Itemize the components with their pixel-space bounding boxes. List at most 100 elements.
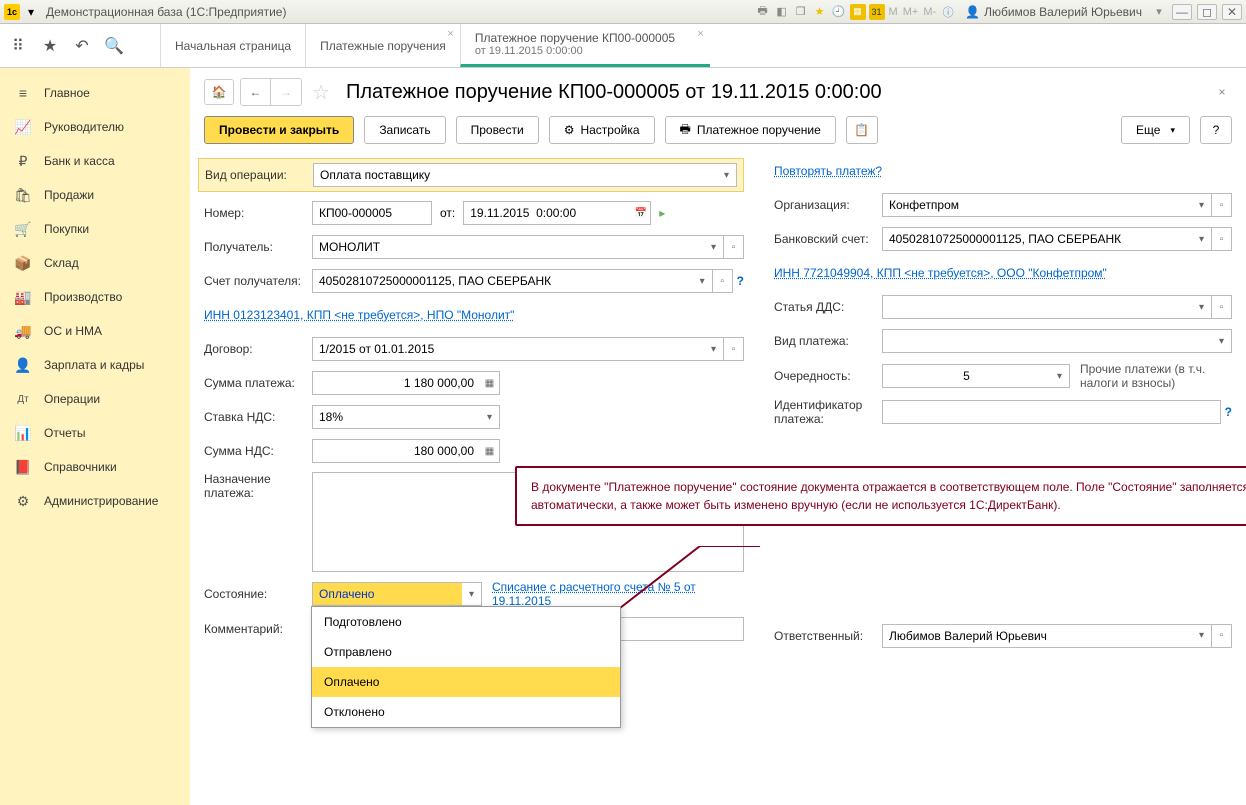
tab-payment-order-doc[interactable]: Платежное поручение КП00-000005 от 19.11… bbox=[460, 24, 710, 67]
copy-icon[interactable]: ❐ bbox=[793, 4, 809, 20]
sidebar-item-reports[interactable]: 📊Отчеты bbox=[0, 416, 190, 450]
sidebar-item-manager[interactable]: 📈Руководителю bbox=[0, 110, 190, 144]
dropdown-button[interactable]: ▾ bbox=[1192, 295, 1212, 319]
dropdown-button[interactable]: ▾ bbox=[1192, 624, 1212, 648]
close-doc-button[interactable]: × bbox=[1212, 82, 1232, 102]
info-icon[interactable]: ⓘ bbox=[940, 4, 956, 20]
open-button[interactable]: ▫ bbox=[1212, 295, 1232, 319]
dropdown-button[interactable]: ▾ bbox=[704, 235, 724, 259]
close-button[interactable]: ✕ bbox=[1222, 4, 1242, 20]
sidebar-item-assets[interactable]: 🚚ОС и НМА bbox=[0, 314, 190, 348]
home-button[interactable]: 🏠 bbox=[204, 79, 234, 105]
calc-button[interactable]: ▦ bbox=[480, 371, 500, 395]
history-icon[interactable]: 🕘 bbox=[831, 4, 847, 20]
dds-input[interactable] bbox=[882, 295, 1192, 319]
print-icon[interactable]: 🖶 bbox=[755, 4, 771, 20]
favorite-star-icon[interactable]: ☆ bbox=[308, 79, 334, 105]
compare-icon[interactable]: ◧ bbox=[774, 4, 790, 20]
calc-button[interactable]: ▦ bbox=[480, 439, 500, 463]
sidebar-item-catalogs[interactable]: 📕Справочники bbox=[0, 450, 190, 484]
pay-sum-input[interactable] bbox=[312, 371, 480, 395]
dropdown-button[interactable]: ▾ bbox=[480, 405, 500, 429]
responsible-input[interactable] bbox=[882, 624, 1192, 648]
dropdown-icon[interactable]: ▾ bbox=[1151, 4, 1167, 20]
bank-account-input[interactable] bbox=[882, 227, 1192, 251]
tab-payment-orders[interactable]: Платежные поручения × bbox=[305, 24, 460, 67]
sidebar-item-purchases[interactable]: 🛒Покупки bbox=[0, 212, 190, 246]
open-button[interactable]: ▫ bbox=[1212, 193, 1232, 217]
pay-type-input[interactable] bbox=[882, 329, 1212, 353]
help-button[interactable]: ? bbox=[1200, 116, 1232, 144]
priority-input[interactable] bbox=[882, 364, 1050, 388]
contract-input[interactable] bbox=[312, 337, 704, 361]
recipient-input[interactable] bbox=[312, 235, 704, 259]
recipient-inn-link[interactable]: ИНН 0123123401, КПП <не требуется>, НПО … bbox=[204, 308, 514, 322]
forward-button[interactable]: → bbox=[271, 79, 301, 105]
sidebar-item-sales[interactable]: 🛍Продажи bbox=[0, 178, 190, 212]
post-and-close-button[interactable]: Провести и закрыть bbox=[204, 116, 354, 144]
recip-account-input[interactable] bbox=[312, 269, 693, 293]
status-option-prepared[interactable]: Подготовлено bbox=[312, 607, 620, 637]
gear-icon: ⚙ bbox=[14, 492, 32, 510]
calendar-button[interactable]: 📅 bbox=[631, 201, 651, 225]
status-input[interactable] bbox=[312, 582, 462, 606]
calculator-icon[interactable]: ▦ bbox=[850, 4, 866, 20]
dropdown-button[interactable]: ▾ bbox=[1192, 227, 1212, 251]
sidebar-item-bank[interactable]: ₽Банк и касса bbox=[0, 144, 190, 178]
pay-id-input[interactable] bbox=[882, 400, 1221, 424]
maximize-button[interactable]: ◻ bbox=[1197, 4, 1217, 20]
org-inn-link[interactable]: ИНН 7721049904, КПП <не требуется>, ООО … bbox=[774, 266, 1107, 280]
close-icon[interactable]: × bbox=[697, 28, 703, 40]
dropdown-button[interactable]: ▾ bbox=[717, 163, 737, 187]
op-type-input[interactable] bbox=[313, 163, 717, 187]
status-option-sent[interactable]: Отправлено bbox=[312, 637, 620, 667]
open-button[interactable]: ▫ bbox=[713, 269, 733, 293]
number-input[interactable] bbox=[312, 201, 432, 225]
sidebar-item-admin[interactable]: ⚙Администрирование bbox=[0, 484, 190, 518]
help-icon[interactable]: ? bbox=[737, 274, 744, 288]
save-button[interactable]: Записать bbox=[364, 116, 445, 144]
open-button[interactable]: ▫ bbox=[1212, 624, 1232, 648]
settings-button[interactable]: ⚙Настройка bbox=[549, 116, 655, 144]
sidebar-item-main[interactable]: ≡Главное bbox=[0, 76, 190, 110]
post-button[interactable]: Провести bbox=[456, 116, 539, 144]
attachments-button[interactable]: 📋 bbox=[846, 116, 878, 144]
apps-grid-icon[interactable]: ⠿ bbox=[8, 36, 28, 56]
open-button[interactable]: ▫ bbox=[1212, 227, 1232, 251]
sidebar-item-operations[interactable]: ДтОперации bbox=[0, 382, 190, 416]
status-option-paid[interactable]: Оплачено bbox=[312, 667, 620, 697]
dropdown-button[interactable]: ▾ bbox=[1212, 329, 1232, 353]
print-payment-button[interactable]: 🖶Платежное поручение bbox=[665, 116, 836, 144]
tab-start-page[interactable]: Начальная страница bbox=[160, 24, 305, 67]
box-icon: 📦 bbox=[14, 254, 32, 272]
repeat-payment-link[interactable]: Повторять платеж? bbox=[774, 164, 882, 178]
sidebar-item-hr[interactable]: 👤Зарплата и кадры bbox=[0, 348, 190, 382]
help-icon[interactable]: ? bbox=[1225, 405, 1232, 419]
sidebar-item-production[interactable]: 🏭Производство bbox=[0, 280, 190, 314]
minimize-button[interactable]: — bbox=[1172, 4, 1192, 20]
back-button[interactable]: ← bbox=[241, 79, 271, 105]
date-input[interactable] bbox=[463, 201, 631, 225]
sidebar-item-warehouse[interactable]: 📦Склад bbox=[0, 246, 190, 280]
dropdown-button[interactable]: ▾ bbox=[704, 337, 724, 361]
more-button[interactable]: Еще▾ bbox=[1121, 116, 1190, 144]
dropdown-button[interactable]: ▾ bbox=[1050, 364, 1070, 388]
app-menu-dropdown[interactable]: ▾ bbox=[22, 3, 40, 21]
dropdown-button[interactable]: ▾ bbox=[1192, 193, 1212, 217]
open-button[interactable]: ▫ bbox=[724, 235, 744, 259]
user-menu[interactable]: 👤 Любимов Валерий Юрьевич bbox=[965, 5, 1142, 19]
status-option-rejected[interactable]: Отклонено bbox=[312, 697, 620, 727]
close-icon[interactable]: × bbox=[447, 28, 453, 40]
org-input[interactable] bbox=[882, 193, 1192, 217]
vat-rate-input[interactable] bbox=[312, 405, 480, 429]
dropdown-button[interactable]: ▾ bbox=[693, 269, 713, 293]
search-icon[interactable]: 🔍 bbox=[104, 36, 124, 56]
favorites-icon[interactable]: ★ bbox=[812, 4, 828, 20]
history-toolbar-icon[interactable]: ↶ bbox=[72, 36, 92, 56]
vat-sum-input[interactable] bbox=[312, 439, 480, 463]
star-icon[interactable]: ★ bbox=[40, 36, 60, 56]
dropdown-button[interactable]: ▾ bbox=[462, 582, 482, 606]
open-button[interactable]: ▫ bbox=[724, 337, 744, 361]
document-title: Платежное поручение КП00-000005 от 19.11… bbox=[346, 81, 1206, 104]
calendar-icon[interactable]: 31 bbox=[869, 4, 885, 20]
